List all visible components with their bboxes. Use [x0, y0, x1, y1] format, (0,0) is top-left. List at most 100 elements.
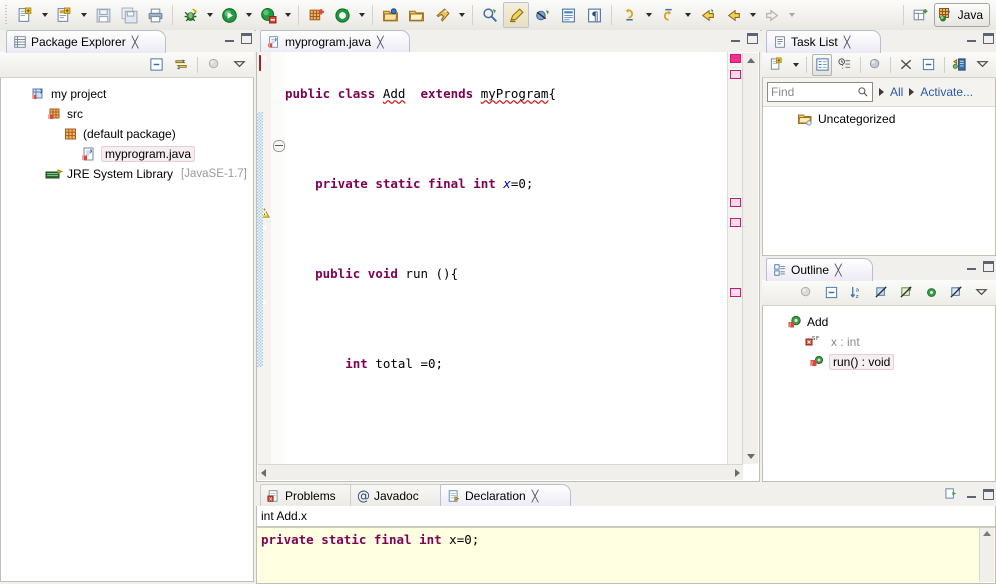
focus-on-workweek-button[interactable] [866, 54, 886, 76]
tab-problems[interactable]: x Problems [260, 484, 363, 507]
overview-mark[interactable] [730, 198, 741, 207]
tab-package-explorer[interactable]: Package Explorer ╳ [6, 30, 166, 53]
scroll-down-arrow[interactable] [743, 449, 758, 464]
maximize-icon[interactable] [241, 33, 252, 44]
toggle-block-selection-button[interactable] [555, 2, 581, 28]
new-task-dropdown[interactable] [790, 53, 802, 77]
minimize-icon[interactable] [224, 33, 235, 44]
task-list-item-uncategorized[interactable]: Uncategorized [763, 107, 995, 127]
open-task-repository-button[interactable] [403, 2, 429, 28]
collapse-all-button[interactable] [145, 54, 167, 76]
search-button[interactable] [429, 2, 455, 28]
tab-declaration[interactable]: Declaration ╳ [440, 484, 571, 507]
overview-error-mark[interactable] [730, 54, 741, 63]
hide-non-public-button[interactable] [920, 282, 942, 304]
link-with-editor-button[interactable] [170, 54, 192, 76]
hide-static-button[interactable]: S [895, 282, 917, 304]
new-wizard-button[interactable] [12, 2, 38, 28]
tab-outline[interactable]: Outline ╳ [766, 258, 873, 281]
collapse-all-button[interactable] [919, 54, 939, 76]
scheduled-presentation-button[interactable] [835, 54, 855, 76]
tree-item-myprogram-java[interactable]: J myprogram.java [1, 144, 253, 164]
new-java-class-dropdown[interactable] [77, 3, 90, 27]
toggle-mark-occurrences-button[interactable] [503, 2, 529, 28]
open-type-dropdown[interactable] [355, 3, 368, 27]
editor-vertical-scrollbar[interactable] [742, 53, 758, 464]
save-button[interactable] [90, 2, 116, 28]
save-all-button[interactable] [116, 2, 142, 28]
overview-mark[interactable] [730, 70, 741, 79]
editor-horizontal-scrollbar[interactable] [258, 464, 743, 480]
collapse-all-button[interactable] [820, 282, 842, 304]
close-icon[interactable]: ╳ [132, 36, 139, 49]
new-java-class-button[interactable] [51, 2, 77, 28]
maximize-icon[interactable] [983, 261, 994, 272]
next-annotation-button[interactable] [477, 2, 503, 28]
view-menu-button[interactable] [970, 282, 992, 304]
minimize-icon[interactable] [966, 489, 977, 500]
filter-activate-arrow-icon[interactable] [909, 88, 915, 96]
restore-tasks-button[interactable] [950, 54, 970, 76]
tab-javadoc[interactable]: @ Javadoc [350, 484, 453, 507]
new-wizard-dropdown[interactable] [38, 3, 51, 27]
error-marker-icon[interactable] [259, 55, 261, 71]
editor-overview-ruler[interactable] [727, 52, 742, 464]
external-tools-dropdown[interactable] [281, 3, 294, 27]
scroll-up-arrow[interactable] [743, 53, 758, 68]
overview-mark[interactable] [730, 218, 741, 227]
view-menu-button[interactable] [228, 54, 250, 76]
find-input[interactable]: Find [767, 82, 873, 102]
tree-item-jre-system-library[interactable]: JRE System Library [JavaSE-1.7] [1, 164, 253, 184]
maximize-icon[interactable] [983, 488, 994, 500]
source-code-text[interactable]: public class Add extends myProgram{ priv… [285, 52, 722, 464]
outline-item-add[interactable]: J Add [763, 312, 995, 332]
debug-button[interactable] [177, 2, 203, 28]
open-declaration-button[interactable] [944, 487, 960, 501]
code-editor[interactable]: public class Add extends myProgram{ priv… [257, 52, 742, 464]
filter-all-arrow-icon[interactable] [879, 88, 884, 96]
open-type-button[interactable] [329, 2, 355, 28]
skip-all-breakpoints-button[interactable] [529, 2, 555, 28]
maximize-icon[interactable] [983, 33, 994, 44]
run-button[interactable] [216, 2, 242, 28]
view-menu-button[interactable] [972, 54, 992, 76]
focus-on-active-task-button[interactable] [203, 54, 225, 76]
close-icon[interactable]: ╳ [835, 264, 842, 277]
hide-fields-button[interactable] [870, 282, 892, 304]
perspective-java-button[interactable]: Java [933, 3, 990, 27]
sort-button[interactable]: az [845, 282, 867, 304]
new-task-button[interactable] [767, 54, 787, 76]
toolbar-grip[interactable] [3, 5, 10, 25]
forward-button[interactable] [720, 2, 746, 28]
scroll-right-arrow[interactable] [735, 468, 740, 477]
scroll-up-arrow[interactable] [983, 531, 991, 536]
show-whitespace-button[interactable]: ¶ [581, 2, 607, 28]
declaration-code[interactable]: private static final int x=0; [257, 527, 995, 583]
overview-mark[interactable] [730, 288, 741, 297]
previous-edit-button[interactable] [616, 2, 642, 28]
focus-on-active-task-button[interactable] [795, 282, 817, 304]
next-edit-dropdown[interactable] [681, 3, 694, 27]
minimize-icon[interactable] [730, 33, 741, 44]
open-perspective-button[interactable] [908, 2, 934, 28]
close-icon[interactable]: ╳ [532, 490, 539, 503]
tree-item-my-project[interactable]: J my project [1, 84, 253, 104]
next-edit-button[interactable] [655, 2, 681, 28]
tree-item-src[interactable]: J src [1, 104, 253, 124]
outline-item-method-run[interactable]: J run() : void [763, 352, 995, 372]
forward-nav-button[interactable] [759, 2, 785, 28]
declaration-vertical-scrollbar[interactable] [979, 528, 994, 582]
fold-collapse-icon[interactable] [273, 140, 285, 152]
forward-dropdown[interactable] [746, 3, 759, 27]
print-button[interactable] [142, 2, 168, 28]
categorized-presentation-button[interactable] [812, 53, 832, 76]
open-task-button[interactable] [377, 2, 403, 28]
close-icon[interactable]: ╳ [844, 36, 851, 49]
minimize-icon[interactable] [966, 261, 977, 272]
outline-item-field-x[interactable]: SF x : int [763, 332, 995, 352]
previous-edit-dropdown[interactable] [642, 3, 655, 27]
maximize-icon[interactable] [747, 33, 758, 44]
filter-activate-link[interactable]: Activate... [920, 85, 973, 99]
tab-task-list[interactable]: Task List ╳ [766, 30, 881, 53]
run-dropdown[interactable] [242, 3, 255, 27]
